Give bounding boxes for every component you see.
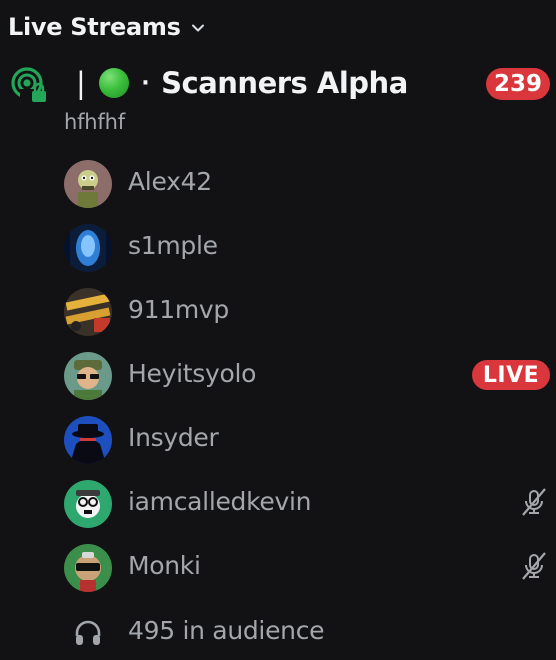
user-row[interactable]: Alex42 [0, 154, 556, 210]
monki-avatar [64, 544, 112, 592]
user-name: Monki [128, 551, 201, 580]
green-circle-emoji [99, 68, 130, 98]
channel-title: Scanners Alpha [161, 66, 408, 100]
s1mple-avatar [64, 224, 112, 272]
audience-row[interactable]: 495 in audience [0, 612, 556, 652]
listener-count-badge: 239 [485, 68, 550, 100]
channel-separator: · [141, 70, 150, 96]
alex42-avatar [64, 160, 112, 208]
channel-topic: hfhfhf [64, 110, 125, 134]
microphone-muted-icon [518, 550, 550, 582]
user-name: Insyder [128, 423, 219, 452]
stage-channel-icon [10, 66, 48, 104]
stage-channel-row[interactable]: | · Scanners Alpha 239 [0, 62, 556, 106]
user-row[interactable]: Heyitsyolo LIVE [0, 346, 556, 402]
user-name: Alex42 [128, 167, 212, 196]
channel-name: | · Scanners Alpha [76, 66, 408, 100]
live-badge[interactable]: LIVE [472, 360, 550, 390]
section-title: Live Streams [8, 13, 181, 41]
user-row[interactable]: iamcalledkevin [0, 474, 556, 530]
user-row[interactable]: Insyder [0, 410, 556, 466]
live-streams-header[interactable]: Live Streams [8, 10, 205, 44]
user-row[interactable]: s1mple [0, 218, 556, 274]
user-name: s1mple [128, 231, 218, 260]
user-row[interactable]: 911mvp [0, 282, 556, 338]
microphone-muted-icon [518, 486, 550, 518]
headphones-icon [73, 618, 103, 648]
user-name: 911mvp [128, 295, 229, 324]
user-name: iamcalledkevin [128, 487, 312, 516]
heyitsyolo-avatar [64, 352, 112, 400]
911mvp-avatar [64, 288, 112, 336]
audience-count: 495 in audience [128, 616, 325, 645]
channel-pipe: | [76, 66, 86, 100]
user-row[interactable]: Monki [0, 538, 556, 594]
user-name: Heyitsyolo [128, 359, 257, 388]
iamcalledkevin-avatar [64, 480, 112, 528]
insyder-avatar [64, 416, 112, 464]
chevron-down-icon[interactable] [191, 21, 205, 35]
